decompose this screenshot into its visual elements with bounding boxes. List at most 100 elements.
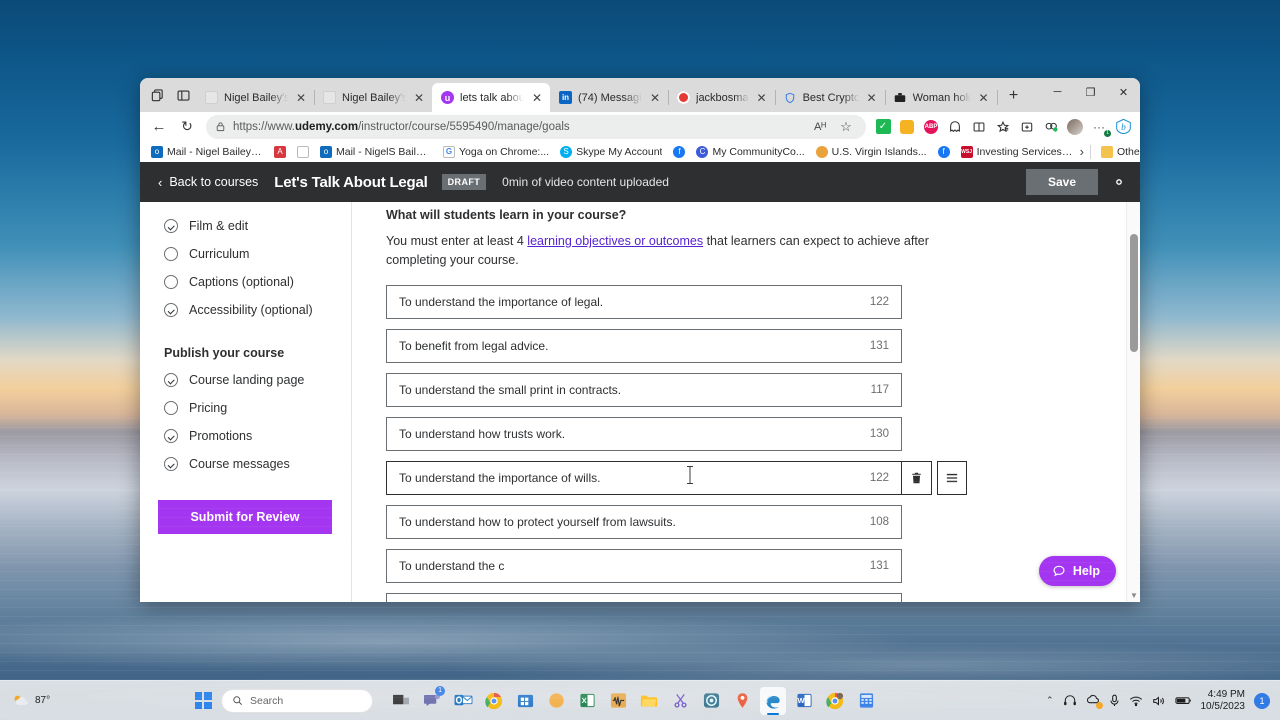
microphone-icon[interactable] (1109, 694, 1120, 707)
delete-objective-button[interactable] (902, 460, 932, 495)
tab-actions-icon[interactable] (144, 81, 170, 109)
new-tab-button[interactable]: + (1001, 83, 1027, 109)
volume-icon[interactable] (1152, 695, 1166, 707)
bookmark-item[interactable]: o Mail - NigelS Bailey... (316, 143, 436, 161)
weather-widget[interactable]: 87° (12, 693, 50, 708)
honey-extension-icon[interactable] (896, 116, 918, 138)
gear-icon[interactable] (1108, 171, 1130, 193)
page-scrollbar[interactable]: ▼ (1126, 202, 1140, 602)
browser-tab[interactable]: Nigel Bailey's St ✕ (196, 83, 315, 112)
chrome-profile-icon[interactable] (822, 687, 848, 715)
browser-tab[interactable]: Woman holding ✕ (885, 83, 998, 112)
sidebar-item-pricing[interactable]: Pricing (164, 394, 351, 422)
maps-icon[interactable] (729, 687, 755, 715)
teams-icon[interactable]: 1 (419, 685, 445, 715)
browser-essentials-icon[interactable] (1040, 116, 1062, 138)
objective-input[interactable]: To benefit from legal advice. 131 (386, 328, 902, 363)
settings-more-icon[interactable]: ··· 1 (1088, 116, 1111, 138)
address-bar[interactable]: https://www.udemy.com/instructor/course/… (206, 114, 866, 139)
back-button[interactable]: ← (146, 114, 172, 140)
task-view-icon[interactable] (388, 687, 414, 715)
collections-icon[interactable] (992, 116, 1014, 138)
sidebar-item-curriculum[interactable]: Curriculum (164, 240, 351, 268)
outlook-icon[interactable] (450, 687, 476, 715)
start-button[interactable] (190, 687, 216, 715)
add-favorite-icon[interactable]: ☆ (835, 116, 857, 138)
browser-tab-active[interactable]: u lets talk about L ✕ (432, 83, 550, 112)
checkmark-extension-icon[interactable]: ✓ (872, 116, 894, 138)
sidebar-item-course-messages[interactable]: Course messages (164, 450, 351, 478)
objective-input[interactable]: To understand how to protect yourself fr… (386, 504, 902, 539)
tab-close-icon[interactable]: ✕ (865, 91, 879, 105)
edge-icon[interactable] (760, 686, 786, 715)
bookmark-item[interactable] (293, 143, 313, 161)
minimize-button[interactable]: ─ (1041, 78, 1074, 106)
maximize-button[interactable]: ❐ (1074, 78, 1107, 106)
other-favorites-folder[interactable]: Other favorites (1097, 143, 1140, 161)
browser-tab[interactable]: jackbosma ✕ (668, 83, 776, 112)
read-aloud-icon[interactable]: Aᴴ (809, 116, 831, 138)
reorder-objective-handle[interactable] (937, 460, 967, 495)
bookmark-item[interactable]: A (270, 143, 290, 161)
submit-for-review-button[interactable]: Submit for Review (158, 500, 332, 535)
profile-avatar[interactable] (1064, 116, 1086, 138)
excel-icon[interactable]: X (574, 687, 600, 715)
bing-copilot-icon[interactable]: b (1112, 116, 1134, 138)
objective-input[interactable]: To understand the importance of legal. 1… (386, 284, 902, 319)
headset-icon[interactable] (1063, 694, 1077, 707)
scrollbar-thumb[interactable] (1130, 234, 1138, 353)
mail-icon[interactable] (543, 687, 569, 715)
browser-tab[interactable]: Nigel Bailey's St ✕ (314, 83, 433, 112)
snipping-tool-icon[interactable] (667, 687, 693, 715)
show-hidden-icons[interactable]: ⌃ (1046, 695, 1054, 706)
tab-close-icon[interactable]: ✕ (648, 91, 662, 105)
bookmark-item[interactable]: G Yoga on Chrome:... (439, 143, 553, 161)
microsoft-store-icon[interactable] (512, 687, 538, 715)
tab-close-icon[interactable]: ✕ (530, 91, 544, 105)
bookmark-item[interactable]: C My CommunityCo... (692, 143, 808, 161)
help-button[interactable]: Help (1038, 556, 1116, 586)
close-window-button[interactable]: ✕ (1107, 78, 1140, 106)
split-screen-icon[interactable] (968, 116, 990, 138)
scrollbar-down-arrow[interactable]: ▼ (1127, 591, 1140, 600)
sidebar-item-course-landing-page[interactable]: Course landing page (164, 366, 351, 394)
bookmark-item[interactable]: o Mail - Nigel Bailey -... (147, 143, 267, 161)
chrome-icon[interactable] (481, 687, 507, 715)
tab-close-icon[interactable]: ✕ (755, 91, 769, 105)
calculator-icon[interactable] (853, 687, 879, 715)
browser-tab[interactable]: Best Cryptocurr ✕ (775, 83, 886, 112)
save-button[interactable]: Save (1025, 169, 1098, 196)
bookmarks-overflow-icon[interactable]: › (1080, 144, 1084, 159)
tab-close-icon[interactable]: ✕ (294, 91, 308, 105)
objective-input[interactable] (386, 592, 902, 602)
bookmark-item[interactable]: f (669, 143, 689, 161)
wifi-icon[interactable] (1129, 695, 1143, 707)
learning-objectives-link[interactable]: learning objectives or outcomes (527, 234, 703, 248)
search-input[interactable]: Search (221, 688, 373, 713)
objective-input[interactable]: To understand how trusts work. 130 (386, 416, 902, 451)
vertical-tabs-icon[interactable] (170, 81, 196, 109)
sidebar-item-promotions[interactable]: Promotions (164, 422, 351, 450)
objective-input[interactable]: To understand the c 131 (386, 548, 902, 583)
ghostery-extension-icon[interactable] (944, 116, 966, 138)
notification-center-badge[interactable]: 1 (1254, 692, 1270, 709)
reload-button[interactable]: ↻ (174, 114, 200, 140)
back-to-courses-link[interactable]: ‹ Back to courses (158, 175, 258, 190)
browser-tab[interactable]: in (74) Messaging ✕ (550, 83, 669, 112)
bookmark-item[interactable]: U.S. Virgin Islands... (812, 143, 931, 161)
sidebar-item-captions[interactable]: Captions (optional) (164, 268, 351, 296)
word-icon[interactable]: W (791, 687, 817, 715)
objective-input[interactable]: To understand the importance of wills. 1… (386, 460, 902, 495)
bookmark-item[interactable]: f (934, 143, 954, 161)
file-explorer-icon[interactable] (636, 687, 662, 715)
battery-icon[interactable] (1174, 695, 1192, 706)
add-to-collection-icon[interactable] (1016, 116, 1038, 138)
audacity-icon[interactable] (605, 687, 631, 715)
sidebar-item-film-edit[interactable]: Film & edit (164, 212, 351, 240)
bookmark-item[interactable]: WSJ Investing Services,... (957, 143, 1077, 161)
tab-close-icon[interactable]: ✕ (977, 91, 991, 105)
bookmark-item[interactable]: S Skype My Account (556, 143, 666, 161)
onedrive-sync-icon[interactable] (1086, 694, 1103, 709)
adblock-extension-icon[interactable]: ABP (920, 116, 942, 138)
objective-input[interactable]: To understand the small print in contrac… (386, 372, 902, 407)
